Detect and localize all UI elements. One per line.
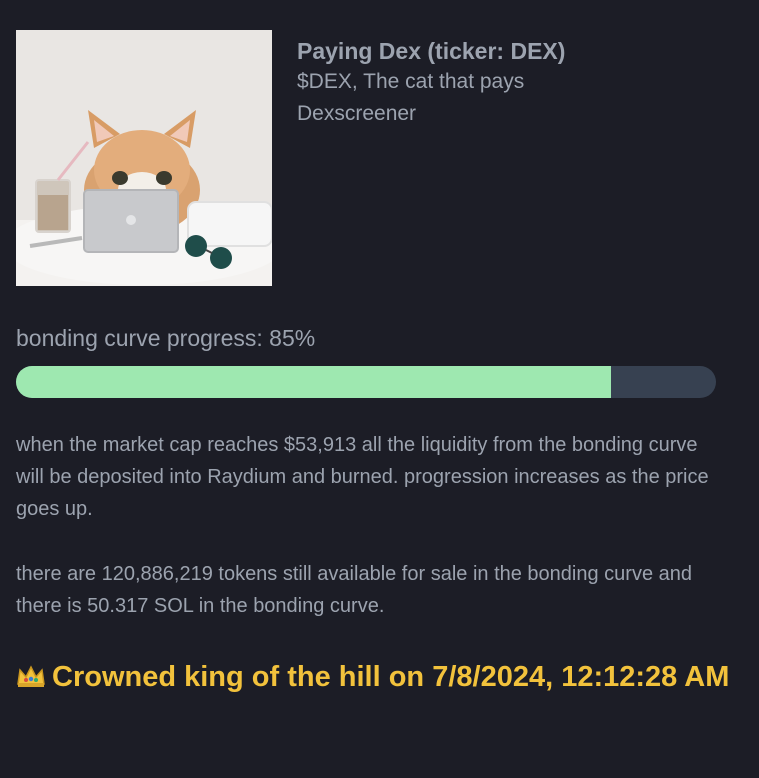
progress-bar-fill [16, 366, 611, 398]
cat-with-laptop-image [16, 30, 272, 286]
token-card: Paying Dex (ticker: DEX) $DEX, The cat t… [0, 0, 759, 778]
king-of-the-hill-text: Crowned king of the hill on 7/8/2024, 12… [52, 661, 730, 693]
tokens-available-text: there are 120,886,219 tokens still avail… [16, 563, 693, 617]
token-description: $DEX, The cat that pays Dexscreener [297, 70, 525, 125]
liquidity-info-text: when the market cap reaches $53,913 all … [16, 434, 709, 520]
token-info: Paying Dex (ticker: DEX) $DEX, The cat t… [297, 36, 737, 130]
token-title[interactable]: Paying Dex (ticker: DEX) [297, 36, 737, 66]
king-of-the-hill-banner: Crowned king of the hill on 7/8/2024, 12… [16, 655, 736, 702]
bonding-curve-progress-bar [16, 366, 716, 398]
token-image[interactable] [16, 30, 272, 286]
bonding-curve-progress-label: bonding curve progress: 85% [16, 325, 316, 351]
crown-icon [16, 657, 46, 702]
